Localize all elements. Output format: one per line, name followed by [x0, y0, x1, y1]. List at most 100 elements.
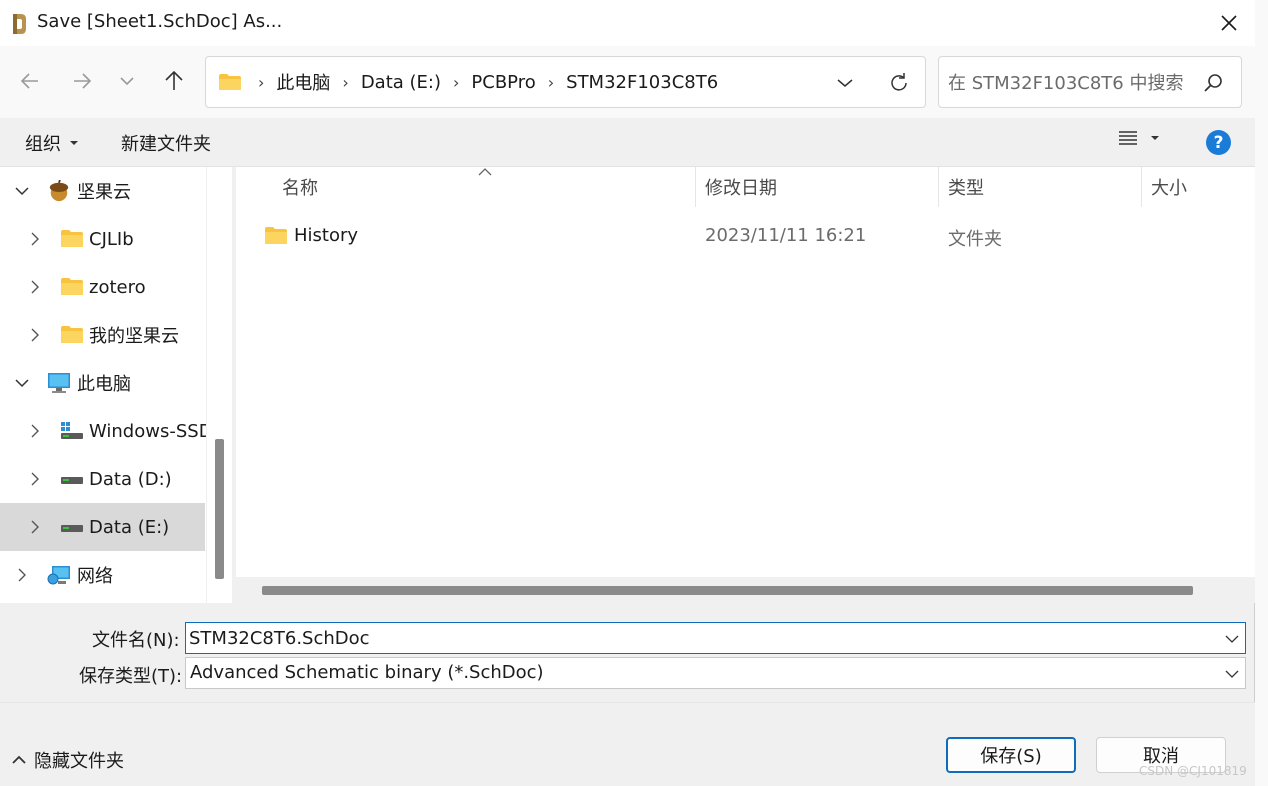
column-header-modified[interactable]: 修改日期 [705, 167, 777, 207]
breadcrumb-separator-icon[interactable]: › [548, 73, 554, 92]
file-name: History [294, 225, 359, 246]
filename-input[interactable] [189, 626, 1199, 650]
sidebar-item-label: Data (E:) [89, 516, 170, 538]
sidebar-item-cjlib[interactable]: CJLIb [0, 215, 205, 263]
scrollbar-thumb[interactable] [262, 586, 1193, 595]
drive-icon [61, 477, 83, 484]
sidebar-item-nutstore[interactable]: 坚果云 [0, 167, 205, 215]
navigation-bar: › 此电脑 › Data (E:) › PCBPro › STM32F103C8… [0, 46, 1255, 118]
save-button[interactable]: 保存(S) [946, 737, 1076, 773]
sidebar-item-my-nutstore[interactable]: 我的坚果云 [0, 311, 205, 359]
arrow-right-icon [74, 73, 92, 89]
organize-button[interactable]: 组织 [25, 130, 79, 156]
chevron-down-icon [837, 79, 853, 87]
filetype-label: 保存类型(T): [79, 666, 183, 687]
search-icon[interactable] [1201, 71, 1225, 95]
up-button[interactable] [159, 66, 189, 96]
help-button[interactable]: ? [1206, 130, 1231, 155]
filename-label: 文件名(N): [92, 630, 180, 651]
column-header-size[interactable]: 大小 [1151, 167, 1187, 207]
sidebar-item-windows-ssd[interactable]: Windows-SSD [0, 407, 206, 455]
table-row[interactable]: History 2023/11/11 16:21 文件夹 [256, 219, 1246, 255]
navigation-pane: 坚果云 CJLIb zotero 我的坚果云 此电脑 Windows-SSD D… [0, 167, 206, 603]
chevron-right-icon[interactable] [27, 471, 43, 487]
scrollbar-thumb[interactable] [215, 439, 224, 579]
help-icon: ? [1213, 132, 1224, 153]
back-button[interactable] [15, 66, 45, 96]
address-history-button[interactable] [830, 69, 860, 97]
sidebar-item-label: zotero [89, 276, 146, 298]
file-list: 名称 修改日期 类型 大小 History 2023/11/11 16:21 文… [236, 167, 1255, 603]
filetype-value: Advanced Schematic binary (*.SchDoc) [190, 662, 544, 683]
refresh-button[interactable] [884, 69, 914, 97]
search-input[interactable] [948, 70, 1193, 96]
chevron-down-icon[interactable] [14, 375, 30, 391]
breadcrumb-separator-icon[interactable]: › [453, 73, 459, 92]
search-box[interactable] [938, 56, 1242, 108]
caret-down-icon [70, 141, 78, 145]
altium-app-icon [13, 14, 26, 34]
sort-ascending-icon [478, 168, 492, 176]
organize-label: 组织 [25, 134, 61, 155]
close-button[interactable] [1208, 4, 1250, 42]
sidebar-item-label: Windows-SSD [89, 420, 206, 442]
breadcrumb-separator-icon: › [258, 72, 265, 92]
close-icon [1221, 15, 1237, 31]
sidebar-item-zotero[interactable]: zotero [0, 263, 205, 311]
breadcrumb-pcbpro[interactable]: PCBPro [471, 72, 535, 93]
background-window [1255, 0, 1268, 786]
sidebar-item-label: Data (D:) [89, 468, 172, 490]
navigation-pane-scrollbar[interactable] [206, 167, 232, 603]
address-bar[interactable]: › 此电脑 › Data (E:) › PCBPro › STM32F103C8… [205, 56, 926, 108]
file-modified: 2023/11/11 16:21 [705, 225, 867, 246]
window-title: Save [Sheet1.SchDoc] As... [37, 11, 283, 32]
chevron-right-icon[interactable] [14, 567, 30, 583]
chevron-right-icon[interactable] [27, 327, 43, 343]
chevron-right-icon[interactable] [27, 519, 43, 535]
new-folder-button[interactable]: 新建文件夹 [121, 130, 211, 156]
arrow-left-icon [20, 73, 38, 89]
breadcrumb-stm32[interactable]: STM32F103C8T6 [566, 72, 718, 93]
breadcrumb-separator-icon[interactable]: › [342, 73, 348, 92]
sidebar-item-label: 此电脑 [77, 374, 131, 395]
sidebar-item-label: 我的坚果云 [89, 326, 179, 347]
chevron-right-icon[interactable] [27, 423, 43, 439]
sidebar-item-data-d[interactable]: Data (D:) [0, 455, 205, 503]
column-divider[interactable] [695, 167, 696, 207]
dialog-footer: 隐藏文件夹 保存(S) 取消 [0, 702, 1255, 786]
windows-drive-icon [61, 422, 83, 439]
nutstore-icon [49, 180, 69, 202]
chevron-right-icon[interactable] [27, 231, 43, 247]
sidebar-item-data-e[interactable]: Data (E:) [0, 503, 205, 551]
filetype-dropdown-button[interactable] [1224, 666, 1240, 682]
recent-locations-button[interactable] [112, 66, 142, 96]
breadcrumb-data-e[interactable]: Data (E:) [361, 72, 441, 93]
breadcrumb-this-pc[interactable]: 此电脑 [276, 69, 330, 95]
folder-icon [61, 230, 83, 247]
horizontal-scrollbar[interactable] [236, 577, 1255, 603]
chevron-right-icon[interactable] [27, 279, 43, 295]
command-bar: 组织 新建文件夹 ? [0, 118, 1255, 167]
filename-combobox[interactable] [185, 622, 1246, 654]
computer-icon [48, 373, 70, 393]
save-as-dialog: Save [Sheet1.SchDoc] As... › 此电脑 › Data … [0, 0, 1255, 786]
network-icon [47, 566, 70, 585]
chevron-down-icon [120, 77, 134, 86]
chevron-up-icon [12, 755, 26, 764]
filetype-select[interactable]: Advanced Schematic binary (*.SchDoc) [185, 657, 1246, 689]
sidebar-item-this-pc[interactable]: 此电脑 [0, 359, 205, 407]
sidebar-item-label: CJLIb [89, 228, 134, 250]
folder-icon [61, 326, 83, 343]
forward-button[interactable] [67, 66, 97, 96]
chevron-down-icon[interactable] [14, 183, 30, 199]
column-divider[interactable] [1141, 167, 1142, 207]
column-divider[interactable] [938, 167, 939, 207]
hide-folders-label: 隐藏文件夹 [34, 751, 124, 772]
hide-folders-button[interactable]: 隐藏文件夹 [12, 747, 124, 773]
sidebar-item-network[interactable]: 网络 [0, 551, 205, 599]
view-options-button[interactable] [1118, 130, 1160, 146]
column-header-name[interactable]: 名称 [282, 167, 318, 207]
filename-dropdown-button[interactable] [1224, 631, 1240, 647]
column-header-type[interactable]: 类型 [948, 167, 984, 207]
title-bar: Save [Sheet1.SchDoc] As... [0, 0, 1255, 46]
